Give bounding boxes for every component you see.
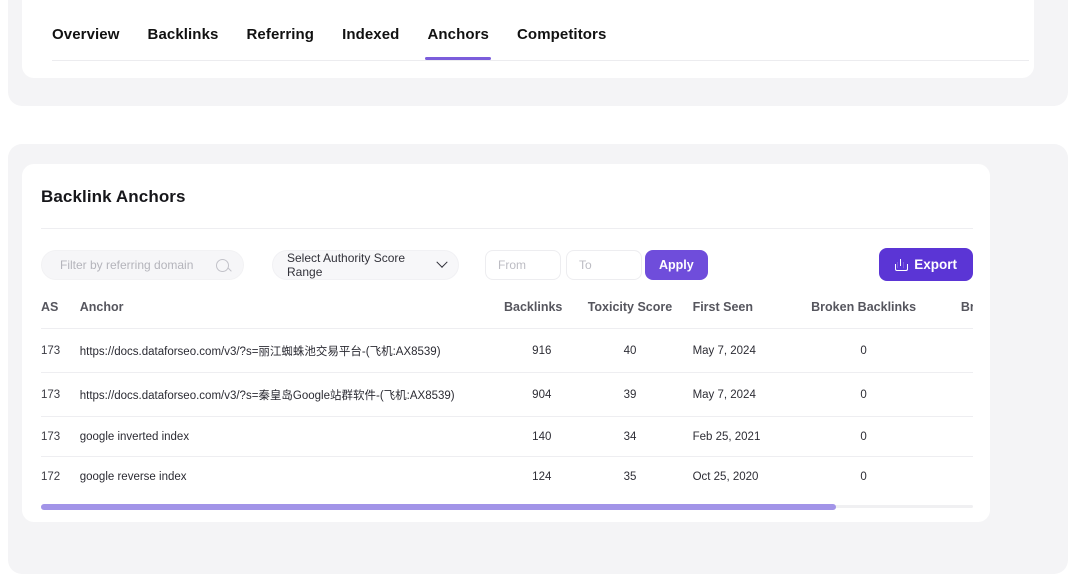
horizontal-scrollbar-thumb[interactable] <box>41 503 836 510</box>
cell-tox: 40 <box>579 328 681 373</box>
cell-bbl: 0 <box>783 372 944 417</box>
cell-anchor: google inverted index <box>79 416 504 457</box>
cell-bbl: 0 <box>783 416 944 457</box>
title-divider <box>41 228 973 229</box>
horizontal-scrollbar-track[interactable] <box>41 503 973 510</box>
authority-score-range-label: Select Authority Score Range <box>287 251 406 279</box>
main-tab-navigation: Overview Backlinks Referring Indexed Anchors… <box>52 26 1034 62</box>
cell-as: 172 <box>41 456 80 496</box>
table-row[interactable]: 173 google inverted index 140 34 Feb 25, 202… <box>41 416 973 457</box>
column-header-tox[interactable]: Toxicity Score <box>579 300 680 329</box>
chevron-down-icon[interactable] <box>436 256 448 268</box>
cell-first: May 7, 2024 <box>680 372 784 417</box>
cell-bbl: 0 <box>783 328 944 373</box>
apply-button[interactable]: Apply <box>645 250 708 280</box>
tab-indexed[interactable]: Indexed <box>342 26 399 60</box>
search-icon[interactable] <box>216 258 229 272</box>
cell-tox: 39 <box>579 372 681 417</box>
cell-bpg: 0 <box>943 372 973 417</box>
cell-anchor: https://docs.dataforseo.com/v3/?s=秦皇岛Goo… <box>79 372 504 417</box>
table-row[interactable]: 173 https://docs.dataforseo.com/v3/?s=秦皇岛… <box>41 372 973 417</box>
authority-score-range-select[interactable]: Select Authority Score Range <box>272 250 459 280</box>
cell-back: 140 <box>504 416 580 457</box>
cell-bpg: 0 <box>943 456 973 496</box>
cell-tox: 34 <box>579 416 681 457</box>
export-button-label: Export <box>914 257 957 272</box>
column-header-bbl[interactable]: Broken Backlinks <box>784 300 943 329</box>
table-row[interactable]: 173 https://docs.dataforseo.com/v3/?s=丽江蜘… <box>41 328 973 373</box>
column-header-bpg[interactable]: Broken Pages <box>943 300 973 329</box>
cell-tox: 35 <box>579 456 681 496</box>
table-header-row: AS Anchor Backlinks Toxicity Score First See… <box>41 300 973 329</box>
tab-anchors[interactable]: Anchors <box>425 26 491 60</box>
page-title: Backlink Anchors <box>41 187 186 206</box>
column-header-back[interactable]: Backlinks <box>504 300 579 329</box>
cell-anchor: https://docs.dataforseo.com/v3/?s=丽江蜘蛛池交… <box>79 328 504 373</box>
upload-icon <box>895 258 909 271</box>
tab-overview[interactable]: Overview <box>52 26 120 60</box>
cell-back: 904 <box>504 372 580 417</box>
tab-divider <box>52 60 1029 61</box>
column-header-first[interactable]: First Seen <box>681 300 784 329</box>
tab-referring[interactable]: Referring <box>246 26 314 60</box>
anchors-table-body: 173 https://docs.dataforseo.com/v3/?s=丽江蜘… <box>41 328 973 496</box>
anchors-table: AS Anchor Backlinks Toxicity Score First See… <box>41 300 973 496</box>
cell-back: 916 <box>504 328 580 373</box>
column-header-anchor[interactable]: Anchor <box>80 300 504 329</box>
search-field-wrapper[interactable] <box>41 250 244 280</box>
tab-competitors[interactable]: Competitors <box>517 26 606 60</box>
anchors-table-head: AS Anchor Backlinks Toxicity Score First See… <box>41 300 973 329</box>
score-to-input[interactable] <box>566 250 642 280</box>
cell-back: 124 <box>504 456 580 496</box>
cell-first: May 7, 2024 <box>680 328 784 373</box>
table-row[interactable]: 172 google reverse index 124 35 Oct 25, 2020… <box>41 456 973 496</box>
cell-anchor: google reverse index <box>79 456 504 496</box>
cell-first: Feb 25, 2021 <box>680 416 784 457</box>
search-input[interactable] <box>60 258 212 272</box>
cell-as: 173 <box>41 372 80 417</box>
filter-toolbar: Select Authority Score Range Apply Expor… <box>41 248 973 281</box>
cell-bbl: 0 <box>783 456 944 496</box>
cell-first: Oct 25, 2020 <box>680 456 784 496</box>
tab-backlinks[interactable]: Backlinks <box>148 26 219 60</box>
anchors-table-scroll-container[interactable]: AS Anchor Backlinks Toxicity Score First See… <box>41 300 973 500</box>
cell-bpg: 0 <box>943 328 973 373</box>
cell-bpg: 0 <box>943 416 973 457</box>
score-from-input[interactable] <box>485 250 561 280</box>
cell-as: 173 <box>41 328 80 373</box>
column-header-as[interactable]: AS <box>41 300 80 329</box>
export-button[interactable]: Export <box>879 248 973 281</box>
cell-as: 173 <box>41 416 80 457</box>
